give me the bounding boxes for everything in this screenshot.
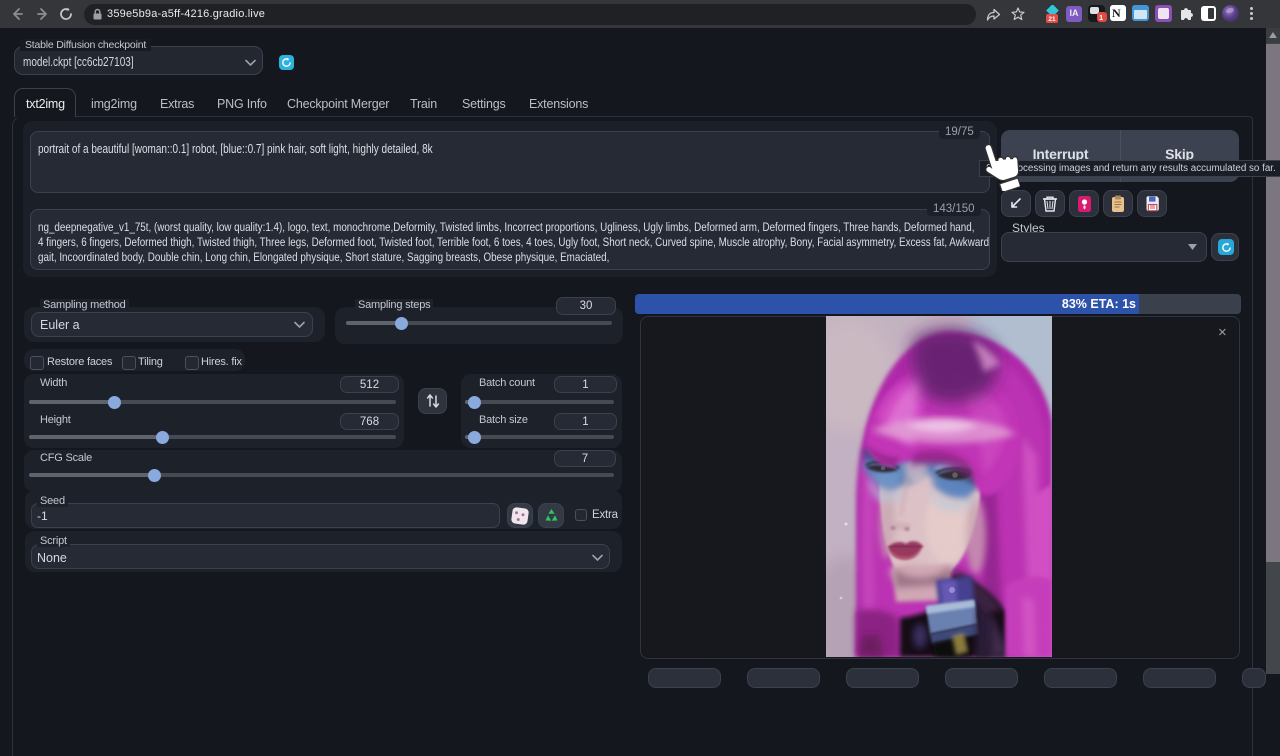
svg-text:21: 21 — [1048, 16, 1056, 23]
